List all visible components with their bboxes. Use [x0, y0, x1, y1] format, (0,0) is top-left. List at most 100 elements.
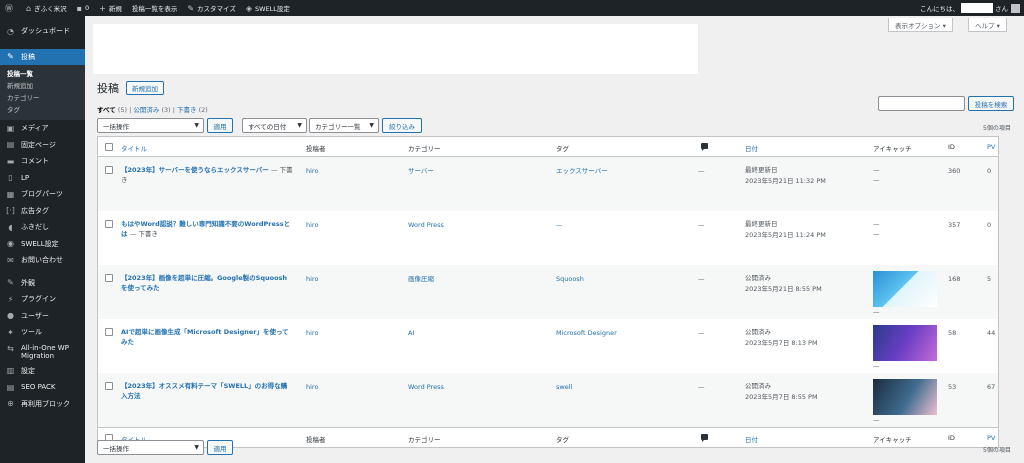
menu-pages[interactable]: ▤ 固定ページ — [0, 137, 85, 154]
comments-count: 0 — [85, 4, 90, 12]
column-date[interactable]: 日付 — [745, 143, 758, 153]
apply-button-top[interactable]: 適用 — [207, 118, 233, 133]
submenu-all-posts[interactable]: 投稿一覧 — [0, 68, 85, 80]
view-all-link[interactable]: すべて — [97, 106, 116, 114]
help-toggle[interactable]: ヘルプ ▾ — [968, 18, 1007, 32]
menu-blog-parts[interactable]: ▦ ブログパーツ — [0, 186, 85, 203]
menu-media[interactable]: ▣ メディア — [0, 120, 85, 137]
menu-label: 広告タグ — [21, 206, 49, 215]
published-count: (3) — [161, 106, 171, 114]
view-posts-link[interactable]: 投稿一覧を表示 — [127, 0, 183, 16]
filter-button[interactable]: 絞り込み — [382, 118, 422, 133]
dashboard-icon: ◔ — [7, 26, 14, 36]
post-category-link[interactable]: AI — [408, 328, 414, 338]
post-tag-link[interactable]: エックスサーバー — [556, 166, 608, 176]
menu-contact[interactable]: ✉ お問い合わせ — [0, 252, 85, 269]
site-name-link[interactable]: ⌂ ぎふく米沢 — [21, 0, 72, 16]
search-posts-button[interactable]: 投稿を検索 — [968, 96, 1014, 111]
view-posts-label: 投稿一覧を表示 — [131, 5, 178, 13]
footer-column-pv[interactable]: PV — [987, 434, 995, 442]
footer-column-comments[interactable] — [701, 434, 708, 442]
submenu-add-new[interactable]: 新規追加 — [0, 80, 85, 92]
redacted-username — [961, 3, 993, 13]
menu-appearance[interactable]: ✎ 外観 — [0, 275, 85, 292]
post-author-link[interactable]: hiro — [306, 220, 318, 230]
post-author-link[interactable]: hiro — [306, 274, 318, 284]
menu-plugins[interactable]: ⚡ プラグイン — [0, 291, 85, 308]
add-new-button[interactable]: 新規追加 — [126, 81, 164, 95]
menu-seo-pack[interactable]: ▤ SEO PACK — [0, 379, 85, 396]
eyecatch-thumbnail[interactable] — [873, 325, 937, 361]
post-tag-link[interactable]: — — [556, 220, 563, 230]
wordpress-logo[interactable]: Ⓦ — [0, 0, 21, 16]
submenu-tags[interactable]: タグ — [0, 104, 85, 116]
menu-ad-tags[interactable]: [·] 広告タグ — [0, 203, 85, 220]
submenu-categories[interactable]: カテゴリー — [0, 92, 85, 104]
bulk-action-select-bottom[interactable]: 一括操作 ▼ — [97, 440, 204, 455]
apply-button-bottom[interactable]: 適用 — [207, 440, 233, 455]
post-date-status: 最終更新日 — [745, 166, 778, 174]
row-checkbox[interactable] — [105, 382, 113, 390]
search-input[interactable] — [878, 96, 965, 111]
select-all-checkbox[interactable] — [105, 143, 113, 151]
column-id: ID — [948, 143, 955, 151]
post-title-link[interactable]: AIで超単に画像生成「Microsoft Designer」を使ってみた — [121, 328, 289, 346]
column-comments[interactable] — [701, 143, 708, 151]
post-title-link[interactable]: 【2023年】画像を超単に圧縮。Google製のSquooshを使ってみた — [121, 274, 287, 292]
eyecatch-thumbnail[interactable] — [873, 379, 937, 415]
new-content-link[interactable]: + 新規 — [94, 0, 127, 16]
menu-tools[interactable]: ✦ ツール — [0, 324, 85, 341]
row-checkbox[interactable] — [105, 220, 113, 228]
category-filter-select[interactable]: カテゴリー一覧 ▼ — [309, 118, 379, 133]
screen-options-toggle[interactable]: 表示オプション ▾ — [888, 18, 953, 32]
my-account[interactable]: こんにちは、 さん — [920, 3, 1024, 13]
post-date: 2023年5月21日 8:55 PM — [745, 285, 822, 293]
swell-settings-link[interactable]: ◈ SWELL設定 — [241, 0, 295, 16]
post-title-link[interactable]: 【2023年】サーバーを使うならエックスサーバー — [121, 166, 269, 174]
column-pv[interactable]: PV — [987, 143, 995, 151]
post-pv: 5 — [987, 275, 992, 283]
items-count-top: 5個の項目 — [983, 125, 1011, 132]
menu-comments[interactable]: ▬ コメント — [0, 153, 85, 170]
post-category-link[interactable]: Word Press — [408, 382, 444, 392]
menu-settings[interactable]: ▥ 設定 — [0, 363, 85, 380]
menu-dashboard[interactable]: ◔ ダッシュボード — [0, 23, 85, 40]
post-author-link[interactable]: hiro — [306, 328, 318, 338]
bulk-action-select-top[interactable]: 一括操作 ▼ — [97, 118, 204, 133]
menu-fukidashi[interactable]: ◖ ふきだし — [0, 219, 85, 236]
post-tag-link[interactable]: Squoosh — [556, 274, 584, 284]
menu-swell-settings[interactable]: ◉ SWELL設定 — [0, 236, 85, 253]
post-tag-link[interactable]: swell — [556, 382, 572, 392]
menu-label: SWELL設定 — [21, 239, 59, 248]
eyecatch-thumbnail[interactable] — [873, 271, 937, 307]
eyecatch-dash: — — [873, 362, 880, 370]
post-tag-link[interactable]: Microsoft Designer — [556, 328, 617, 338]
menu-posts[interactable]: ✎ 投稿 — [0, 48, 85, 65]
menu-users[interactable]: ● ユーザー — [0, 308, 85, 325]
post-category-link[interactable]: Word Press — [408, 220, 444, 230]
view-drafts-link[interactable]: 下書き — [177, 106, 197, 114]
seo-icon: ▤ — [6, 382, 15, 392]
post-category-link[interactable]: サーバー — [408, 166, 434, 176]
footer-column-date[interactable]: 日付 — [745, 434, 758, 444]
greeting-suffix: さん — [995, 5, 1008, 13]
menu-reusable-blocks[interactable]: ⊕ 再利用ブロック — [0, 396, 85, 413]
post-author-link[interactable]: hiro — [306, 166, 318, 176]
menu-lp[interactable]: ▯ LP — [0, 170, 85, 187]
row-checkbox[interactable] — [105, 328, 113, 336]
menu-aio-migration[interactable]: ⇆ All-in-One WP Migration — [0, 341, 85, 363]
menu-label: お問い合わせ — [21, 256, 63, 265]
row-checkbox[interactable] — [105, 274, 113, 282]
post-title-link[interactable]: 【2023年】オススメ有料テーマ「SWELL」のお得な購入方法 — [121, 382, 287, 400]
post-comments: — — [698, 275, 705, 283]
bulk-action-value: 一括操作 — [103, 444, 129, 453]
post-author-link[interactable]: hiro — [306, 382, 318, 392]
comments-link[interactable]: ▪ 0 — [72, 0, 95, 16]
date-filter-select[interactable]: すべての日付 ▼ — [242, 118, 307, 133]
view-published-link[interactable]: 公開済み — [133, 106, 159, 114]
row-checkbox[interactable] — [105, 166, 113, 174]
customize-link[interactable]: ✎ カスタマイズ — [182, 0, 241, 16]
column-title[interactable]: タイトル — [121, 143, 147, 153]
swell-icon: ◉ — [7, 239, 14, 249]
post-category-link[interactable]: 画像圧縮 — [408, 274, 434, 284]
